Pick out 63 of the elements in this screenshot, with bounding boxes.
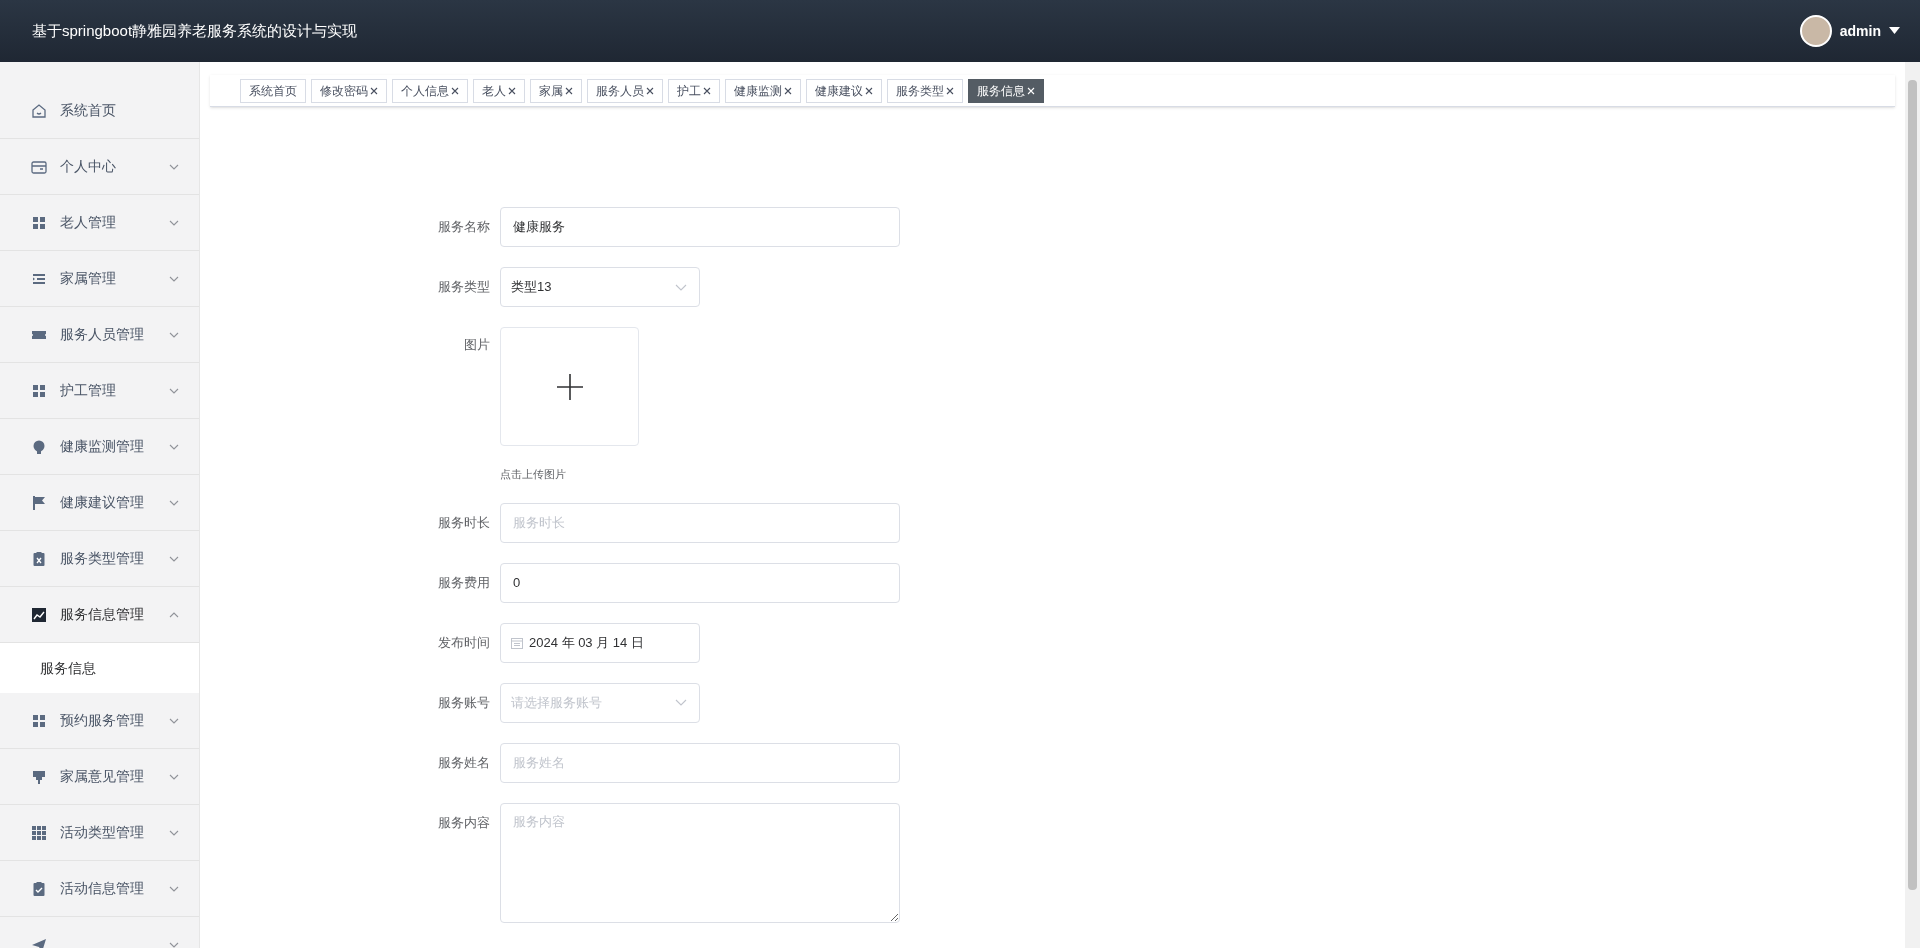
field-label: 服务账号 (437, 693, 491, 712)
menu-item[interactable]: 老人管理 (0, 195, 199, 251)
menu-item[interactable]: 活动类型管理 (0, 805, 199, 861)
user-name[interactable]: admin (1839, 20, 1881, 42)
caret-icon[interactable] (1889, 27, 1900, 35)
text-area[interactable]: 服务内容 (500, 802, 900, 923)
close-icon[interactable] (946, 86, 954, 95)
tab[interactable]: 家属 (530, 78, 582, 103)
close-icon[interactable] (451, 86, 459, 95)
tab[interactable]: 护工 (668, 78, 720, 103)
field-label: 服务姓名 (437, 753, 491, 772)
menu-item[interactable]: 健康监测管理 (0, 419, 199, 475)
input-field[interactable]: 服务姓名 (500, 742, 900, 783)
app-title: 基于springboot静雅园养老服务系统的设计与实现 (32, 20, 358, 41)
chart-icon (30, 605, 48, 624)
menu-item[interactable]: 健康建议管理 (0, 475, 199, 531)
field-label: 服务时长 (437, 513, 491, 532)
tab[interactable]: 个人信息 (392, 78, 468, 103)
field-label: 服务类型 (437, 278, 491, 296)
plus-icon (555, 372, 584, 401)
tab[interactable]: 服务信息 (968, 78, 1044, 103)
avatar-icon[interactable] (1799, 15, 1832, 47)
close-icon[interactable] (370, 86, 378, 95)
field-label: 服务费用 (437, 573, 491, 592)
tab[interactable]: 系统首页 (240, 78, 306, 103)
tab[interactable]: 修改密码 (311, 78, 387, 103)
submenu-item[interactable]: 服务信息 (0, 643, 199, 693)
tab[interactable]: 服务类型 (887, 78, 963, 103)
close-icon[interactable] (703, 86, 711, 95)
menu-item[interactable]: 家属意见管理 (0, 749, 199, 805)
menu-item[interactable]: 服务类型管理 (0, 531, 199, 587)
input-field[interactable]: 服务时长 (500, 502, 900, 543)
menu-item[interactable]: 家属管理 (0, 251, 199, 307)
grid-icon (30, 823, 48, 842)
date-field[interactable]: 2024 年 03 月 14 日 (500, 622, 700, 663)
menu-item[interactable]: 活动信息管理 (0, 861, 199, 917)
input-field[interactable]: 健康服务 (500, 207, 900, 247)
close-icon[interactable] (565, 86, 573, 95)
menu-item[interactable]: 护工管理 (0, 363, 199, 419)
close-icon[interactable] (865, 86, 873, 95)
close-icon[interactable] (646, 86, 654, 95)
input-field[interactable]: 0 (500, 562, 900, 603)
scrollbar[interactable] (1905, 62, 1920, 948)
tab[interactable]: 服务人员 (587, 78, 663, 103)
menu-item[interactable]: 预约服务管理 (0, 693, 199, 749)
close-icon[interactable] (508, 86, 516, 95)
menu-item[interactable]: 服务人员管理 (0, 307, 199, 363)
field-label: 服务内容 (437, 813, 491, 832)
chevron-down-icon (675, 699, 687, 706)
field-label: 发布时间 (437, 633, 491, 652)
calendar-icon (511, 636, 523, 649)
tab[interactable]: 健康建议 (806, 78, 882, 103)
select-field[interactable]: 类型13 (500, 267, 700, 307)
tab[interactable]: 老人 (473, 78, 525, 103)
close-icon[interactable] (784, 86, 792, 95)
field-label: 图片 (463, 336, 491, 354)
field-label: 服务名称 (437, 218, 491, 236)
menu-item[interactable]: 个人中心 (0, 139, 199, 195)
flag-icon (30, 493, 48, 512)
chevron-down-icon (675, 283, 687, 291)
tab[interactable]: 健康监测 (725, 78, 801, 103)
upload-hint: 点击上传图片 (500, 467, 567, 482)
menu-item[interactable]: 系统首页 (0, 83, 199, 139)
